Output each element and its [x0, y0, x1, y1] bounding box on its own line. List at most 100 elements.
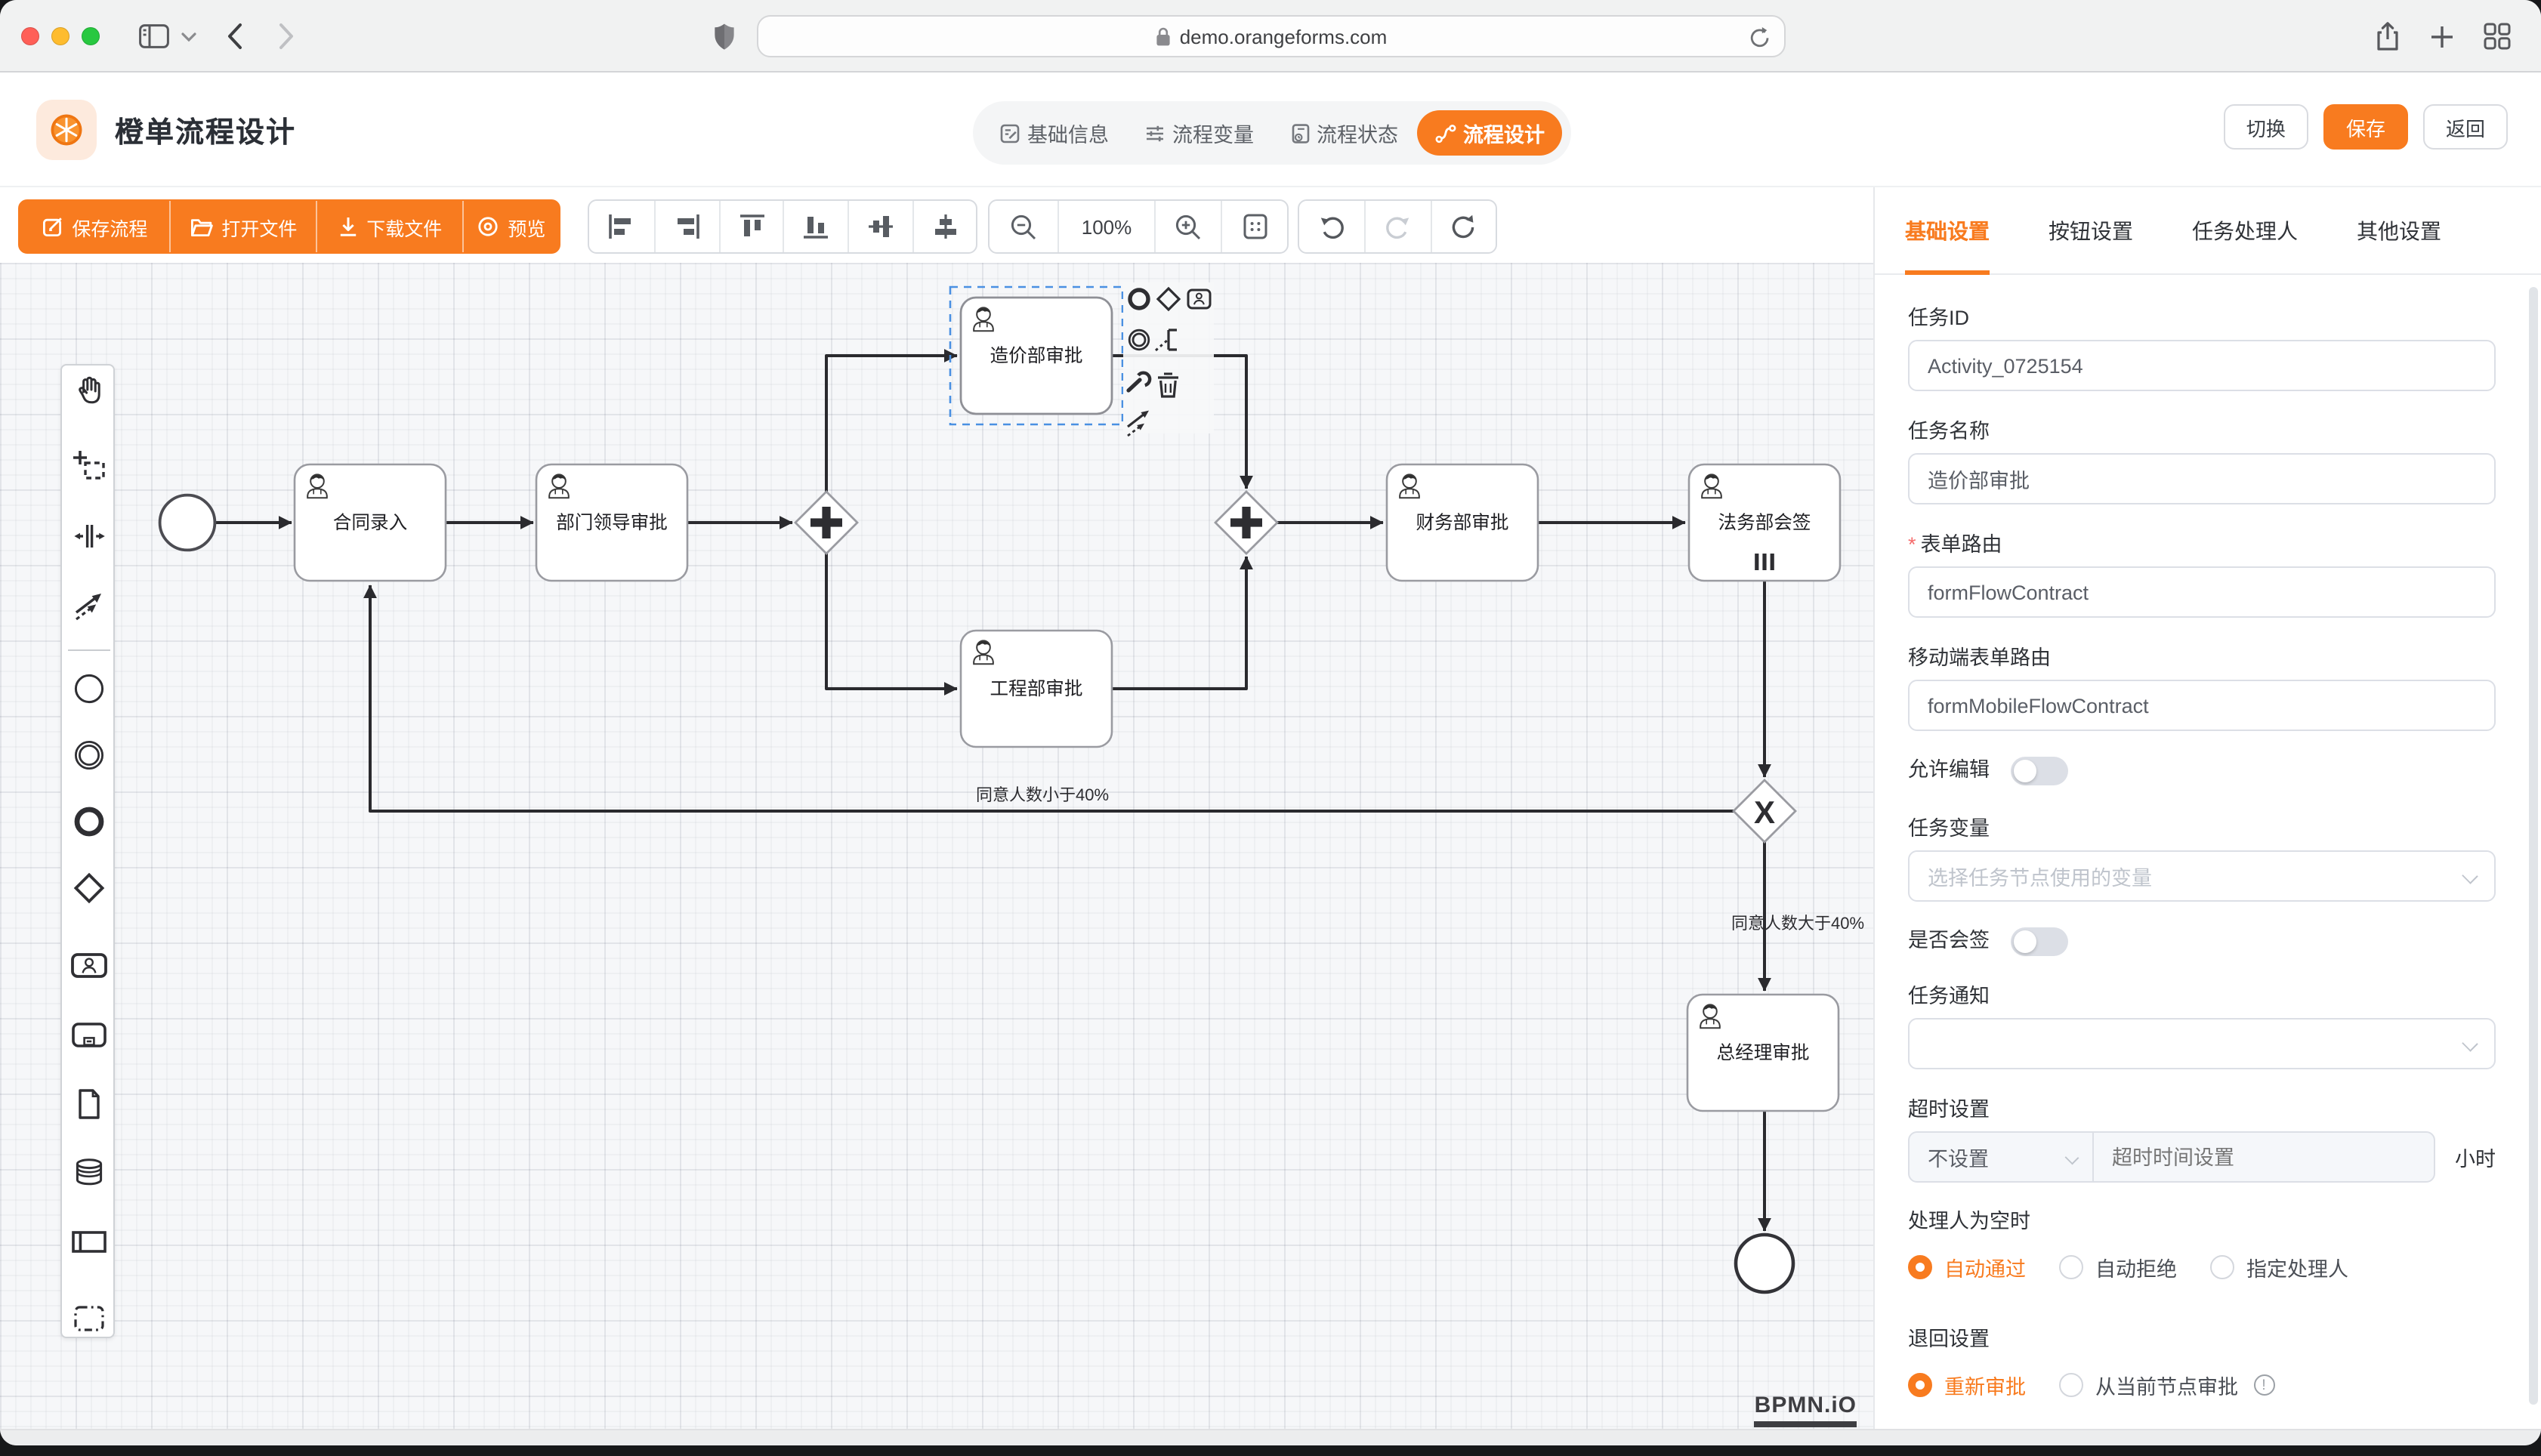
radio-auto-pass[interactable]: 自动通过	[1908, 1252, 2026, 1282]
folder-icon	[190, 217, 212, 236]
space-tool-icon[interactable]	[69, 517, 109, 556]
empty-assignee-label: 处理人为空时	[1908, 1208, 2496, 1235]
tab-overview-icon[interactable]	[2484, 0, 2511, 72]
timeout-value-input[interactable]	[2094, 1133, 2434, 1181]
exclusive-gateway[interactable]: X	[1734, 780, 1795, 842]
chevron-down-icon[interactable]	[181, 0, 196, 72]
zoom-in-icon[interactable]	[1154, 201, 1221, 252]
allow-edit-toggle[interactable]	[2011, 756, 2068, 785]
open-file-button[interactable]: 打开文件	[170, 201, 316, 252]
align-bottom-icon[interactable]	[783, 201, 848, 252]
radio-re-approve[interactable]: 重新审批	[1908, 1370, 2026, 1400]
task-contract-entry[interactable]: 合同录入	[295, 464, 446, 581]
orange-citrus-icon	[48, 112, 85, 148]
countersign-toggle[interactable]	[2011, 927, 2068, 955]
zoom-window-button[interactable]	[82, 27, 100, 45]
create-group-icon[interactable]	[69, 1299, 109, 1338]
tab-basic-settings[interactable]: 基础设置	[1905, 187, 1990, 274]
create-data-object-icon[interactable]	[69, 1084, 109, 1124]
task-id-input[interactable]	[1908, 340, 2496, 391]
task-legal-dept-countersign[interactable]: 法务部会签	[1689, 464, 1840, 581]
minimize-window-button[interactable]	[51, 27, 69, 45]
radio-from-current-node[interactable]: 从当前节点审批!	[2059, 1370, 2274, 1400]
task-general-manager-approve[interactable]: 总经理审批	[1687, 995, 1839, 1111]
edge-label-less-40[interactable]: 同意人数小于40%	[976, 785, 1109, 804]
form-route-label: *表单路由	[1908, 532, 2496, 559]
mobile-form-route-input[interactable]	[1908, 680, 2496, 731]
element-palette	[60, 364, 115, 1338]
tab-label: 流程设计	[1463, 118, 1545, 148]
tab-flow-design[interactable]: 流程设计	[1417, 110, 1562, 156]
reset-icon[interactable]	[1430, 201, 1496, 252]
lasso-tool-icon[interactable]	[69, 447, 109, 486]
address-bar[interactable]: demo.orangeforms.com	[757, 15, 1786, 57]
close-window-button[interactable]	[21, 27, 39, 45]
bpmn-io-watermark[interactable]: BPMN.iO	[1755, 1393, 1857, 1427]
create-gateway-icon[interactable]	[69, 868, 109, 908]
preview-button[interactable]: 预览	[463, 201, 559, 252]
align-center-horizontal-icon[interactable]	[848, 201, 913, 252]
zoom-out-icon[interactable]	[990, 201, 1057, 252]
bpmn-canvas[interactable]: 同意人数小于40% 同意人数大于40% 合同录入	[0, 187, 1873, 1429]
tab-flow-status[interactable]: 流程状态	[1272, 110, 1417, 156]
task-cost-dept-approve[interactable]: 造价部审批	[950, 287, 1122, 424]
save-button[interactable]: 保存	[2323, 104, 2408, 150]
privacy-shield-icon[interactable]	[713, 0, 736, 72]
new-tab-icon[interactable]	[2429, 0, 2455, 72]
task-variable-select[interactable]: 选择任务节点使用的变量	[1908, 850, 2496, 902]
info-icon[interactable]: !	[2253, 1374, 2274, 1396]
create-start-event-icon[interactable]	[69, 669, 109, 708]
task-finance-dept-approve[interactable]: 财务部审批	[1387, 464, 1538, 581]
reload-icon[interactable]	[1749, 26, 1771, 50]
share-icon[interactable]	[2375, 0, 2401, 72]
back-button-app[interactable]: 返回	[2423, 104, 2508, 150]
edge-label-more-40[interactable]: 同意人数大于40%	[1731, 914, 1864, 933]
form-route-input[interactable]	[1908, 566, 2496, 618]
align-left-icon[interactable]	[589, 201, 654, 252]
task-dept-leader-approve[interactable]: 部门领导审批	[536, 464, 687, 581]
back-button[interactable]	[227, 0, 243, 72]
global-connect-tool-icon[interactable]	[69, 586, 109, 625]
align-right-icon[interactable]	[654, 201, 719, 252]
end-event[interactable]	[1736, 1235, 1793, 1292]
create-data-store-icon[interactable]	[69, 1152, 109, 1192]
tab-basic-info[interactable]: 基础信息	[982, 110, 1127, 156]
align-top-icon[interactable]	[718, 201, 783, 252]
tab-button-settings[interactable]: 按钮设置	[2049, 187, 2133, 274]
create-subprocess-icon[interactable]	[69, 1015, 109, 1054]
tab-other-settings[interactable]: 其他设置	[2357, 187, 2441, 274]
parallel-gateway-split[interactable]	[795, 492, 857, 554]
timeout-mode-select[interactable]: 不设置	[1910, 1133, 2094, 1181]
parallel-gateway-join[interactable]	[1215, 492, 1277, 554]
timeout-label: 超时设置	[1908, 1097, 2496, 1124]
switch-button[interactable]: 切换	[2224, 104, 2308, 150]
svg-text:部门领导审批: 部门领导审批	[556, 512, 668, 533]
fit-viewport-icon[interactable]	[1221, 201, 1287, 252]
start-event[interactable]	[160, 495, 215, 551]
tab-task-assignee[interactable]: 任务处理人	[2192, 187, 2298, 274]
align-center-vertical-icon[interactable]	[912, 201, 976, 252]
svg-text:财务部审批: 财务部审批	[1416, 512, 1509, 533]
hand-tool-icon[interactable]	[69, 370, 109, 409]
task-name-input[interactable]	[1908, 453, 2496, 504]
download-file-button[interactable]: 下载文件	[316, 201, 463, 252]
undo-icon[interactable]	[1299, 201, 1365, 252]
form-icon	[1000, 123, 1020, 143]
sidebar-toggle-icon[interactable]	[139, 0, 169, 72]
tab-flow-variables[interactable]: 流程变量	[1127, 110, 1272, 156]
task-engineering-dept-approve[interactable]: 工程部审批	[961, 631, 1112, 747]
create-end-event-icon[interactable]	[69, 802, 109, 841]
radio-auto-reject[interactable]: 自动拒绝	[2059, 1252, 2177, 1282]
create-intermediate-event-icon[interactable]	[69, 736, 109, 775]
create-participant-icon[interactable]	[69, 1222, 109, 1261]
forward-button[interactable]	[278, 0, 295, 72]
window-footer-strip	[0, 1429, 2541, 1445]
task-notify-select[interactable]	[1908, 1018, 2496, 1069]
redo-icon[interactable]	[1365, 201, 1431, 252]
reject-setting-label: 退回设置	[1908, 1326, 2496, 1353]
multi-instance-marker	[1755, 554, 1774, 570]
save-flow-button[interactable]: 保存流程	[20, 201, 170, 252]
radio-assign-handler[interactable]: 指定处理人	[2210, 1252, 2348, 1282]
panel-scrollbar[interactable]	[2529, 287, 2538, 1405]
create-user-task-icon[interactable]	[69, 945, 109, 985]
